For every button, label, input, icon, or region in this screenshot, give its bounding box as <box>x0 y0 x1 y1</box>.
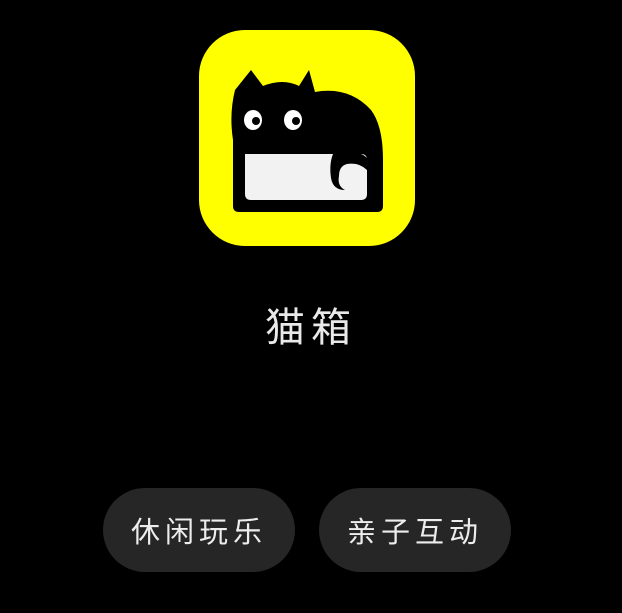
tag-label: 亲子互动 <box>346 515 483 549</box>
tag-label: 休闲玩乐 <box>130 515 267 549</box>
tag-leisure[interactable]: 休闲玩乐 <box>103 488 295 572</box>
tag-parent-child[interactable]: 亲子互动 <box>319 488 511 572</box>
cat-in-box-icon <box>231 70 383 212</box>
app-name: 猫箱 <box>265 305 357 351</box>
app-icon[interactable] <box>199 30 415 246</box>
